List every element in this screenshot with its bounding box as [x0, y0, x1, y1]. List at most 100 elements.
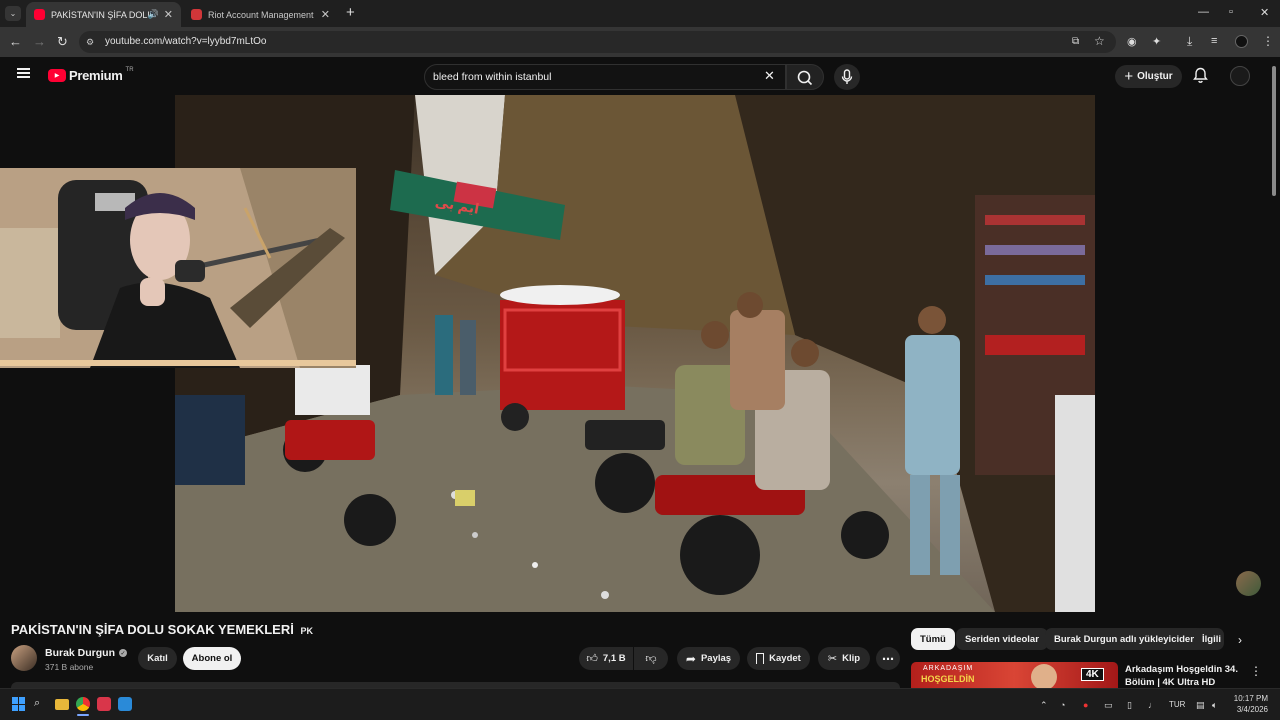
- thumbs-up-icon: 👍︎: [586, 653, 598, 665]
- network-icon[interactable]: ▤: [1196, 700, 1205, 711]
- file-explorer-icon[interactable]: [55, 699, 69, 710]
- clock[interactable]: 10:17 PM 3/4/2026: [1232, 693, 1268, 715]
- clock-time: 10:17 PM: [1233, 694, 1268, 703]
- search-button[interactable]: [786, 64, 824, 90]
- save-label: Kaydet: [769, 653, 801, 664]
- hamburger-menu-icon[interactable]: [17, 68, 30, 78]
- media-control-icon[interactable]: ≡: [1211, 35, 1217, 47]
- share-button[interactable]: ➦ Paylaş: [677, 647, 740, 670]
- plus-icon: +: [1124, 68, 1134, 85]
- account-avatar[interactable]: [1230, 66, 1250, 86]
- thumb-text-1: ARKADAŞIM: [923, 665, 974, 672]
- video-title-flag: PK: [300, 626, 313, 636]
- forward-icon[interactable]: →: [33, 34, 46, 49]
- video-title-text: PAKİSTAN'IN ŞİFA DOLU SOKAK YEMEKLERİ: [11, 622, 294, 637]
- voice-search-button[interactable]: [834, 64, 860, 90]
- chip-uploader[interactable]: Burak Durgun adlı yükleyiciden: [1045, 628, 1206, 650]
- chrome-icon[interactable]: [76, 697, 90, 711]
- tray-app-icon-1[interactable]: ◔: [1060, 700, 1065, 710]
- side-avatar[interactable]: [1236, 571, 1261, 596]
- rec-title-line-1: Arkadaşım Hoşgeldin 34.: [1125, 664, 1238, 675]
- minimize-icon[interactable]: —: [1198, 6, 1209, 18]
- webcam-frame: [0, 168, 356, 368]
- tab-riot-account[interactable]: Riot Account Management ✕: [183, 2, 338, 27]
- extensions-icon[interactable]: ✦: [1152, 35, 1161, 48]
- logo-region: TR: [125, 66, 134, 73]
- thumb-4k-badge: 4K: [1081, 668, 1104, 681]
- tab-title: PAKİSTAN'IN ŞİFA DOLU SO: [51, 9, 149, 20]
- close-tab-icon[interactable]: ✕: [321, 8, 330, 21]
- volume-icon[interactable]: 🔈︎: [1212, 700, 1217, 711]
- create-button[interactable]: + Oluştur: [1115, 65, 1182, 88]
- subscribe-button[interactable]: Abone ol: [183, 647, 241, 670]
- scissors-icon: ✂: [827, 653, 838, 665]
- clear-search-icon[interactable]: ✕: [764, 68, 775, 84]
- riot-favicon-icon: [191, 9, 202, 20]
- browser-menu-icon[interactable]: ⋮: [1262, 34, 1274, 48]
- notifications-bell-icon[interactable]: [1193, 67, 1208, 89]
- tray-overflow-icon[interactable]: ⌃: [1040, 700, 1048, 711]
- join-button[interactable]: Katıl: [138, 647, 177, 670]
- tray-app-icon-3[interactable]: ▭: [1104, 700, 1113, 711]
- tab-youtube-video[interactable]: PAKİSTAN'IN ŞİFA DOLU SO 🔊 ✕: [26, 2, 181, 27]
- audio-playing-icon[interactable]: 🔊: [148, 9, 159, 20]
- dislike-button[interactable]: 👎︎: [634, 647, 668, 670]
- tab-search-button[interactable]: ⌄: [5, 6, 21, 21]
- thumbs-down-icon: 👎︎: [645, 653, 657, 665]
- like-count: 7,1 B: [602, 653, 626, 664]
- more-actions-button[interactable]: ⋯: [876, 647, 900, 670]
- subscriber-count: 371 B abone: [45, 662, 94, 672]
- windows-start-icon[interactable]: [12, 697, 26, 711]
- streamer-webcam-overlay: [0, 168, 356, 368]
- search-input[interactable]: [433, 68, 753, 85]
- channel-name[interactable]: Burak Durgun ✓: [45, 647, 128, 659]
- page-scrollbar[interactable]: [1270, 60, 1278, 680]
- vscode-icon[interactable]: [118, 697, 132, 711]
- site-info-icon[interactable]: ⚙: [86, 37, 94, 48]
- screenshot-icon[interactable]: ◉: [1127, 35, 1137, 48]
- chips-next-chevron-icon[interactable]: ›: [1238, 633, 1242, 647]
- thumb-person: [1031, 664, 1057, 688]
- clip-label: Klip: [842, 653, 861, 664]
- recommended-more-icon[interactable]: ⋮: [1250, 664, 1262, 678]
- share-arrow-icon: ➦: [685, 651, 696, 666]
- restore-icon[interactable]: ▫: [1229, 6, 1233, 18]
- back-icon[interactable]: ←: [9, 34, 22, 49]
- tray-usb-icon[interactable]: ▯: [1127, 700, 1132, 711]
- thumb-text-2: HOŞGELDİN: [921, 674, 975, 684]
- url-text: youtube.com/watch?v=lyybd7mLtOo: [105, 36, 267, 47]
- reload-icon[interactable]: ↻: [57, 34, 68, 50]
- close-window-icon[interactable]: ✕: [1260, 6, 1269, 19]
- search-icon: [797, 70, 813, 86]
- language-indicator[interactable]: TUR: [1169, 700, 1185, 709]
- taskbar-search-icon[interactable]: ⌕: [34, 697, 48, 711]
- clip-button[interactable]: ✂ Klip: [818, 647, 870, 670]
- more-horizontal-icon: ⋯: [882, 651, 894, 666]
- youtube-play-icon: ▶: [48, 69, 66, 82]
- new-tab-button[interactable]: +: [346, 4, 355, 21]
- recommended-thumbnail[interactable]: ARKADAŞIM HOŞGELDİN 4K: [911, 662, 1118, 688]
- chip-related-text: İlgili: [1202, 633, 1221, 645]
- chip-series[interactable]: Seriden videolar: [956, 628, 1048, 650]
- recommended-title[interactable]: Arkadaşım Hoşgeldin 34. Bölüm | 4K Ultra…: [1125, 663, 1238, 689]
- youtube-logo[interactable]: ▶ Premium TR: [48, 66, 134, 83]
- close-tab-icon[interactable]: ✕: [164, 8, 173, 21]
- profile-avatar[interactable]: [1235, 35, 1248, 48]
- bookmark-star-icon[interactable]: ☆: [1094, 34, 1105, 48]
- chip-related[interactable]: İlgili: [1194, 628, 1224, 650]
- tray-app-icon-2[interactable]: ●: [1083, 700, 1088, 710]
- chip-all[interactable]: Tümü: [911, 628, 955, 650]
- tab-title: Riot Account Management: [208, 9, 314, 20]
- video-title: PAKİSTAN'IN ŞİFA DOLU SOKAK YEMEKLERİ PK: [11, 622, 313, 637]
- logo-premium-text: Premium: [69, 68, 123, 83]
- app-red-icon[interactable]: [97, 697, 111, 711]
- like-button[interactable]: 👍︎ 7,1 B: [579, 647, 633, 670]
- download-icon[interactable]: ⤓: [1187, 34, 1192, 49]
- browser-tab-strip: ⌄ PAKİSTAN'IN ŞİFA DOLU SO 🔊 ✕ Riot Acco…: [0, 0, 1280, 27]
- cast-icon[interactable]: ⧉: [1072, 36, 1079, 47]
- save-button[interactable]: Kaydet: [747, 647, 810, 670]
- channel-avatar[interactable]: [11, 645, 37, 671]
- tray-mic-icon[interactable]: ♩: [1148, 700, 1157, 710]
- bookmark-icon: [756, 653, 765, 664]
- active-app-indicator: [77, 714, 89, 716]
